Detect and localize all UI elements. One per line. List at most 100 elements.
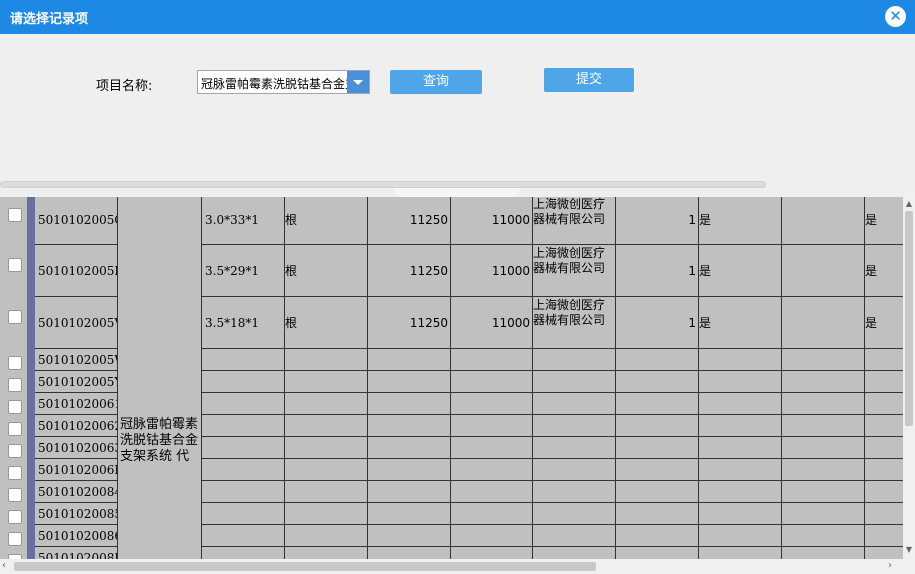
cell-price1 xyxy=(368,371,451,393)
cell-price1: 11250 xyxy=(368,297,451,349)
row-checkbox[interactable] xyxy=(8,208,22,222)
query-button[interactable]: 查询 xyxy=(390,70,482,94)
cell-unit xyxy=(285,371,368,393)
cell-spec xyxy=(202,481,285,503)
cell-code: 5010102005V xyxy=(35,297,118,349)
merged-name-cell: 冠脉雷帕霉素洗脱钴基合金支架系统 代 xyxy=(118,197,202,559)
row-checkbox[interactable] xyxy=(8,422,22,436)
chevron-down-icon[interactable] xyxy=(347,71,369,93)
scroll-left-icon[interactable]: ‹ xyxy=(2,560,6,571)
close-icon[interactable]: ✕ xyxy=(885,6,906,27)
cell-unit xyxy=(285,393,368,415)
row-checkbox[interactable] xyxy=(8,378,22,392)
cell-flag1: 是 xyxy=(699,245,782,297)
cell-flag2 xyxy=(865,459,903,481)
cell-unit xyxy=(285,547,368,559)
splitter-handle[interactable] xyxy=(394,188,520,197)
cell-spec xyxy=(202,503,285,525)
cell-qty: 1 xyxy=(616,245,699,297)
cell-flag1 xyxy=(699,437,782,459)
cell-price2: 11000 xyxy=(451,245,533,297)
cell-code: 5010102008F xyxy=(35,547,118,559)
cell-flag2 xyxy=(865,547,903,559)
cell-blank xyxy=(782,437,865,459)
row-checkbox[interactable] xyxy=(8,310,22,324)
cell-spec xyxy=(202,349,285,371)
row-checkbox[interactable] xyxy=(8,400,22,414)
vertical-scrollbar[interactable]: ▲ ▼ xyxy=(903,197,915,559)
cell-code: 50101020061 xyxy=(35,393,118,415)
records-table: 冠脉雷帕霉素洗脱钴基合金支架系统 代 5010102005Q 3.0*33*1 根 1… xyxy=(0,197,903,559)
cell-code: 5010102005W xyxy=(35,349,118,371)
cell-spec xyxy=(202,437,285,459)
cell-maker xyxy=(533,503,616,525)
row-checkbox[interactable] xyxy=(8,488,22,502)
splitter-bar[interactable] xyxy=(0,181,766,188)
cell-code: 50101020084 xyxy=(35,481,118,503)
project-name-select[interactable]: 冠脉雷帕霉素洗脱钴基合金支架系统 代 xyxy=(197,70,370,94)
title-bar: 请选择记录项 ✕ xyxy=(0,0,915,34)
cell-price1 xyxy=(368,481,451,503)
cell-flag1 xyxy=(699,349,782,371)
cell-flag1 xyxy=(699,371,782,393)
cell-qty xyxy=(616,437,699,459)
submit-button[interactable]: 提交 xyxy=(544,68,634,92)
horizontal-scrollbar[interactable]: ‹ › xyxy=(0,559,915,574)
cell-price2 xyxy=(451,437,533,459)
scroll-right-icon[interactable]: › xyxy=(888,560,892,571)
cell-unit: 根 xyxy=(285,245,368,297)
cell-code: 5010102005Q xyxy=(35,197,118,245)
cell-price1 xyxy=(368,459,451,481)
cell-code: 50101020062 xyxy=(35,415,118,437)
cell-maker xyxy=(533,481,616,503)
cell-qty xyxy=(616,371,699,393)
cell-price2 xyxy=(451,547,533,559)
cell-maker xyxy=(533,393,616,415)
row-checkbox[interactable] xyxy=(8,444,22,458)
cell-qty xyxy=(616,393,699,415)
cell-qty xyxy=(616,547,699,559)
vertical-scroll-thumb[interactable] xyxy=(905,211,913,426)
cell-unit: 根 xyxy=(285,297,368,349)
cell-spec: 3.0*33*1 xyxy=(202,197,285,245)
cell-blank xyxy=(782,503,865,525)
cell-unit: 根 xyxy=(285,197,368,245)
cell-code: 50101020085 xyxy=(35,503,118,525)
cell-spec xyxy=(202,393,285,415)
cell-maker xyxy=(533,459,616,481)
scroll-down-icon[interactable]: ▼ xyxy=(903,545,915,557)
cell-unit xyxy=(285,481,368,503)
project-name-label: 项目名称: xyxy=(96,79,153,94)
cell-code: 5010102005R xyxy=(35,245,118,297)
row-checkbox[interactable] xyxy=(8,258,22,272)
cell-spec xyxy=(202,547,285,559)
cell-spec xyxy=(202,371,285,393)
cell-flag2 xyxy=(865,349,903,371)
cell-maker: 上海微创医疗器械有限公司 xyxy=(533,245,616,297)
cell-spec: 3.5*29*1 xyxy=(202,245,285,297)
cell-code: 50101020063 xyxy=(35,437,118,459)
cell-spec: 3.5*18*1 xyxy=(202,297,285,349)
cell-flag1: 是 xyxy=(699,297,782,349)
cell-blank xyxy=(782,349,865,371)
row-checkbox[interactable] xyxy=(8,532,22,546)
row-checkbox[interactable] xyxy=(8,356,22,370)
cell-blank xyxy=(782,525,865,547)
cell-maker: 上海微创医疗器械有限公司 xyxy=(533,197,616,245)
row-checkbox[interactable] xyxy=(8,466,22,480)
cell-flag1 xyxy=(699,525,782,547)
row-checkbox[interactable] xyxy=(8,510,22,524)
cell-unit xyxy=(285,459,368,481)
cell-maker xyxy=(533,547,616,559)
cell-flag1 xyxy=(699,547,782,559)
cell-spec xyxy=(202,459,285,481)
cell-flag1 xyxy=(699,415,782,437)
cell-flag2: 是 xyxy=(865,297,903,349)
search-form: 项目名称: 冠脉雷帕霉素洗脱钴基合金支架系统 代 查询 提交 xyxy=(0,34,915,184)
window-title: 请选择记录项 xyxy=(10,12,89,27)
horizontal-scroll-thumb[interactable] xyxy=(14,562,596,571)
cell-blank xyxy=(782,197,865,245)
scroll-up-icon[interactable]: ▲ xyxy=(903,199,915,211)
cell-price1 xyxy=(368,437,451,459)
cell-blank xyxy=(782,481,865,503)
